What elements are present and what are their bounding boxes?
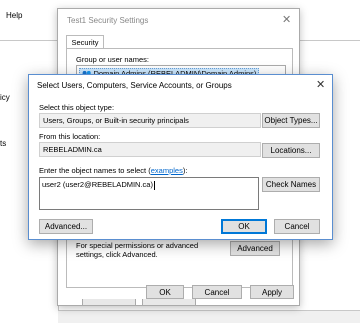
examples-link[interactable]: examples — [151, 166, 183, 175]
close-icon[interactable]: ✕ — [282, 13, 291, 26]
tab-security[interactable]: Security — [66, 35, 104, 49]
object-names-label-suffix: ): — [182, 166, 188, 175]
location-label: From this location: — [39, 132, 101, 141]
apply-button[interactable]: Apply — [250, 285, 294, 299]
window-title: Test1 Security Settings — [67, 16, 149, 25]
menu-help[interactable]: Help — [6, 11, 22, 20]
object-types-button[interactable]: Object Types... — [262, 113, 320, 128]
object-type-value: Users, Groups, or Built-in security prin… — [43, 116, 189, 125]
advanced-button[interactable]: Advanced... — [39, 219, 93, 234]
close-icon[interactable]: ✕ — [316, 78, 325, 91]
cancel-button[interactable]: Cancel — [192, 285, 242, 299]
location-field: REBELADMIN.ca — [39, 142, 261, 157]
text-caret — [153, 180, 155, 190]
object-names-value[interactable]: user2 (user2@REBELADMIN.ca) — [42, 180, 155, 190]
background-bottom-strip — [58, 310, 360, 323]
advanced-button[interactable]: Advanced — [230, 241, 280, 256]
ok-button[interactable]: OK — [146, 285, 184, 299]
object-names-label-prefix: Enter the object names to select ( — [39, 166, 151, 175]
locations-button[interactable]: Locations... — [262, 143, 320, 158]
ok-button[interactable]: OK — [221, 219, 267, 234]
cancel-button[interactable]: Cancel — [274, 219, 320, 234]
object-type-field: Users, Groups, or Built-in security prin… — [39, 113, 261, 128]
check-names-button[interactable]: Check Names — [262, 177, 320, 192]
group-names-label: Group or user names: — [76, 55, 149, 64]
select-users-dialog: Select Users, Computers, Service Account… — [28, 74, 333, 240]
object-names-label: Enter the object names to select (exampl… — [39, 166, 187, 175]
object-names-input[interactable]: user2 (user2@REBELADMIN.ca) — [39, 177, 259, 210]
dialog-title: Select Users, Computers, Service Account… — [37, 81, 232, 90]
background-left-text: icy — [0, 93, 10, 102]
object-names-text: user2 (user2@REBELADMIN.ca) — [42, 180, 153, 189]
background-left-text: ts — [0, 139, 7, 148]
hidden-button-edge — [142, 299, 196, 306]
hidden-button-edge — [82, 299, 136, 306]
advanced-hint-text: For special permissions or advanced sett… — [76, 241, 199, 259]
object-type-label: Select this object type: — [39, 103, 115, 112]
location-value: REBELADMIN.ca — [43, 145, 102, 154]
